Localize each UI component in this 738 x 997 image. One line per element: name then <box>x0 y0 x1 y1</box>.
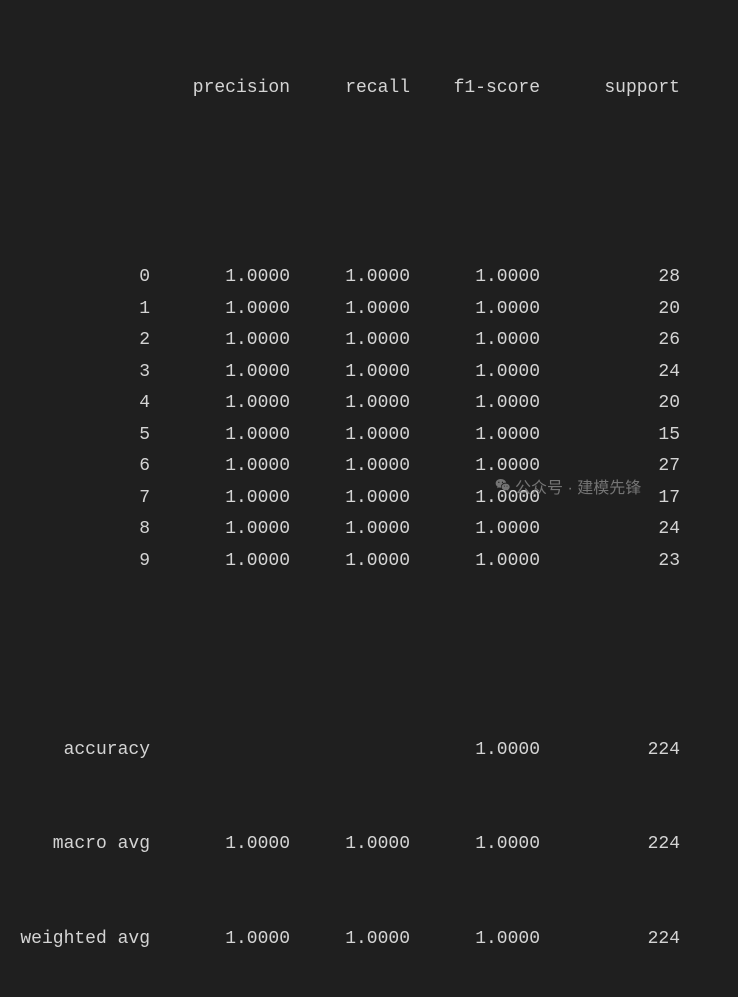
cell-support: 20 <box>540 388 680 420</box>
cell-support: 224 <box>540 735 680 767</box>
cell-recall: 1.0000 <box>290 451 410 483</box>
header-support: support <box>540 73 680 105</box>
row-label: 7 <box>20 483 150 515</box>
class-row: 41.00001.00001.000020 <box>20 388 718 420</box>
cell-precision: 1.0000 <box>150 924 290 956</box>
row-label: 9 <box>20 546 150 578</box>
class-row: 51.00001.00001.000015 <box>20 420 718 452</box>
header-precision: precision <box>150 73 290 105</box>
cell-precision: 1.0000 <box>150 514 290 546</box>
cell-recall: 1.0000 <box>290 357 410 389</box>
cell-recall: 1.0000 <box>290 483 410 515</box>
row-label: 6 <box>20 451 150 483</box>
cell-support: 26 <box>540 325 680 357</box>
cell-precision <box>150 735 290 767</box>
row-label: 1 <box>20 294 150 326</box>
cell-support: 20 <box>540 294 680 326</box>
cell-recall <box>290 735 410 767</box>
watermark-text: 公众号 · 建模先锋 <box>515 475 641 503</box>
macro-avg-row: macro avg 1.0000 1.0000 1.0000 224 <box>20 829 718 861</box>
spacer <box>20 640 718 672</box>
watermark: 公众号 · 建模先锋 <box>495 475 641 503</box>
cell-precision: 1.0000 <box>150 546 290 578</box>
header-f1: f1-score <box>410 73 540 105</box>
cell-f1: 1.0000 <box>410 388 540 420</box>
cell-support: 224 <box>540 829 680 861</box>
cell-recall: 1.0000 <box>290 325 410 357</box>
cell-precision: 1.0000 <box>150 357 290 389</box>
class-row: 01.00001.00001.000028 <box>20 262 718 294</box>
cell-f1: 1.0000 <box>410 546 540 578</box>
wechat-icon <box>495 475 511 503</box>
cell-precision: 1.0000 <box>150 483 290 515</box>
cell-recall: 1.0000 <box>290 420 410 452</box>
cell-recall: 1.0000 <box>290 388 410 420</box>
cell-precision: 1.0000 <box>150 451 290 483</box>
class-row: 21.00001.00001.000026 <box>20 325 718 357</box>
cell-precision: 1.0000 <box>150 829 290 861</box>
cell-support: 28 <box>540 262 680 294</box>
cell-precision: 1.0000 <box>150 294 290 326</box>
row-label: 4 <box>20 388 150 420</box>
spacer <box>20 168 718 200</box>
cell-recall: 1.0000 <box>290 514 410 546</box>
cell-f1: 1.0000 <box>410 514 540 546</box>
cell-recall: 1.0000 <box>290 262 410 294</box>
cell-precision: 1.0000 <box>150 388 290 420</box>
cell-f1: 1.0000 <box>410 829 540 861</box>
row-label: 0 <box>20 262 150 294</box>
cell-recall: 1.0000 <box>290 829 410 861</box>
cell-recall: 1.0000 <box>290 546 410 578</box>
cell-precision: 1.0000 <box>150 262 290 294</box>
header-row: precision recall f1-score support <box>20 73 718 105</box>
row-label: weighted avg <box>20 924 150 956</box>
row-label: 3 <box>20 357 150 389</box>
header-recall: recall <box>290 73 410 105</box>
cell-f1: 1.0000 <box>410 325 540 357</box>
cell-f1: 1.0000 <box>410 735 540 767</box>
cell-support: 15 <box>540 420 680 452</box>
cell-f1: 1.0000 <box>410 924 540 956</box>
cell-f1: 1.0000 <box>410 294 540 326</box>
cell-f1: 1.0000 <box>410 262 540 294</box>
cell-recall: 1.0000 <box>290 294 410 326</box>
cell-support: 224 <box>540 924 680 956</box>
cell-support: 23 <box>540 546 680 578</box>
row-label: 8 <box>20 514 150 546</box>
row-label: 5 <box>20 420 150 452</box>
cell-support: 24 <box>540 514 680 546</box>
cell-f1: 1.0000 <box>410 420 540 452</box>
class-row: 31.00001.00001.000024 <box>20 357 718 389</box>
cell-support: 24 <box>540 357 680 389</box>
accuracy-row: accuracy 1.0000 224 <box>20 735 718 767</box>
class-row: 11.00001.00001.000020 <box>20 294 718 326</box>
row-label: macro avg <box>20 829 150 861</box>
cell-f1: 1.0000 <box>410 357 540 389</box>
row-label: 2 <box>20 325 150 357</box>
cell-recall: 1.0000 <box>290 924 410 956</box>
class-row: 81.00001.00001.000024 <box>20 514 718 546</box>
cell-precision: 1.0000 <box>150 420 290 452</box>
weighted-avg-row: weighted avg 1.0000 1.0000 1.0000 224 <box>20 924 718 956</box>
cell-precision: 1.0000 <box>150 325 290 357</box>
header-blank <box>20 73 150 105</box>
class-row: 91.00001.00001.000023 <box>20 546 718 578</box>
row-label: accuracy <box>20 735 150 767</box>
